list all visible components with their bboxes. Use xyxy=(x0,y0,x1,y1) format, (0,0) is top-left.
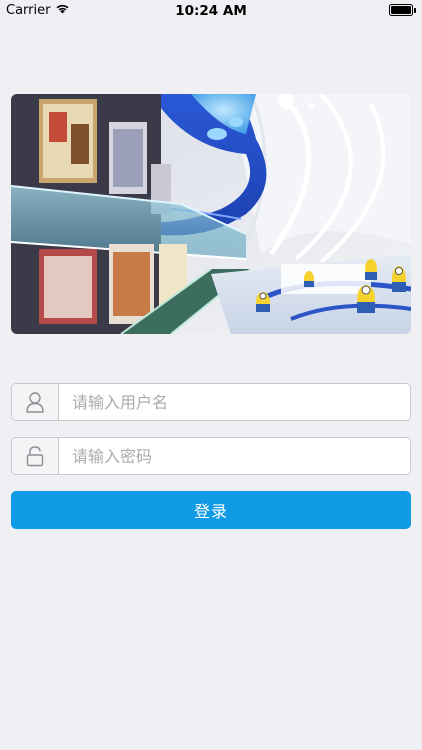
login-screen: Carrier 10:24 AM 请输入用户名 登录 xyxy=(0,0,422,750)
password-field[interactable] xyxy=(11,437,411,475)
battery-nub xyxy=(414,7,416,13)
login-button[interactable]: 登录 xyxy=(11,491,411,529)
battery-fill xyxy=(391,6,411,14)
username-field[interactable] xyxy=(11,383,411,421)
battery-icon xyxy=(389,4,413,16)
lock-icon xyxy=(12,438,59,474)
banner-image xyxy=(11,94,411,334)
password-input[interactable] xyxy=(59,438,410,474)
user-icon xyxy=(12,384,59,420)
status-bar: Carrier 10:24 AM xyxy=(0,0,422,22)
username-input[interactable] xyxy=(59,384,410,420)
status-right xyxy=(389,4,416,16)
status-time: 10:24 AM xyxy=(175,3,247,19)
